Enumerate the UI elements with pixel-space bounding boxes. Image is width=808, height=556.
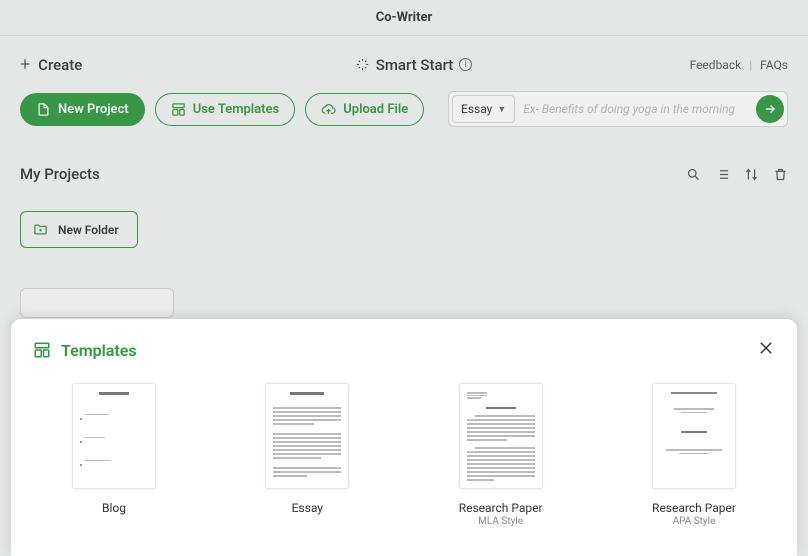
- template-subtitle: APA Style: [673, 516, 716, 527]
- feedback-link[interactable]: Feedback: [690, 58, 742, 72]
- create-buttons: New Project Use Templates Upload File: [20, 93, 424, 126]
- file-icon: [36, 102, 51, 117]
- project-placeholder: [20, 288, 174, 318]
- template-card-essay[interactable]: Essay: [232, 383, 382, 527]
- template-thumb: [652, 383, 736, 489]
- use-templates-label: Use Templates: [193, 102, 280, 117]
- separator: |: [749, 58, 752, 72]
- smart-start-heading: Smart Start i: [355, 56, 690, 74]
- info-icon[interactable]: i: [459, 58, 472, 71]
- template-card-blog[interactable]: Blog: [39, 383, 189, 527]
- template-name: Research Paper: [459, 501, 543, 515]
- delete-button[interactable]: [773, 167, 788, 182]
- sort-button[interactable]: [744, 167, 759, 182]
- modal-title-wrap: Templates: [33, 341, 137, 360]
- search-icon: [686, 167, 701, 182]
- upload-file-button[interactable]: Upload File: [305, 93, 424, 126]
- projects-header: My Projects: [20, 165, 788, 183]
- faqs-link[interactable]: FAQs: [760, 58, 788, 72]
- cloud-upload-icon: [321, 102, 336, 117]
- templates-icon: [171, 102, 186, 117]
- template-thumb: [72, 383, 156, 489]
- sort-icon: [744, 167, 759, 182]
- template-name: Research Paper: [652, 501, 736, 515]
- arrow-right-icon: [763, 102, 777, 116]
- main-content: + Create Smart Start i Feedback | FAQs N…: [0, 36, 808, 318]
- top-bar: Co-Writer: [0, 0, 808, 36]
- template-name: Essay: [292, 501, 323, 515]
- list-icon: [715, 167, 730, 182]
- templates-modal: Templates Blog: [11, 319, 797, 556]
- list-view-button[interactable]: [715, 167, 730, 182]
- app-title: Co-Writer: [376, 10, 433, 25]
- header-links: Feedback | FAQs: [690, 58, 788, 72]
- templates-icon: [33, 341, 51, 359]
- folder-plus-icon: [33, 222, 48, 237]
- projects-toolbar: [686, 167, 788, 182]
- smart-start-type-select[interactable]: Essay ▼: [452, 95, 515, 123]
- type-select-value: Essay: [461, 102, 492, 116]
- chevron-down-icon: ▼: [497, 104, 506, 115]
- modal-header: Templates: [33, 339, 775, 361]
- projects-title: My Projects: [20, 165, 100, 183]
- template-card-research-apa[interactable]: Research Paper APA Style: [619, 383, 769, 527]
- template-name: Blog: [102, 501, 126, 515]
- smart-start-label: Smart Start: [376, 56, 453, 74]
- use-templates-button[interactable]: Use Templates: [155, 93, 296, 126]
- sparkle-icon: [355, 57, 370, 72]
- search-button[interactable]: [686, 167, 701, 182]
- template-card-research-mla[interactable]: Research Paper MLA Style: [426, 383, 576, 527]
- action-row: New Project Use Templates Upload File Es…: [20, 91, 788, 127]
- upload-file-label: Upload File: [343, 102, 408, 117]
- modal-title: Templates: [61, 341, 137, 360]
- template-thumb: [265, 383, 349, 489]
- close-button[interactable]: [757, 339, 775, 361]
- smart-start-go-button[interactable]: [756, 95, 784, 123]
- close-icon: [757, 339, 775, 357]
- new-folder-button[interactable]: New Folder: [20, 211, 138, 248]
- smart-start-bar: Essay ▼: [448, 91, 788, 127]
- smart-start-input[interactable]: [519, 102, 752, 116]
- templates-grid: Blog Essay: [33, 383, 775, 527]
- template-thumb: [459, 383, 543, 489]
- template-subtitle: MLA Style: [478, 516, 523, 527]
- smart-start-input-area: Essay ▼: [438, 91, 788, 127]
- create-label: Create: [38, 56, 82, 74]
- header-row: + Create Smart Start i Feedback | FAQs: [20, 54, 788, 75]
- create-heading: + Create: [20, 54, 355, 75]
- plus-icon: +: [20, 54, 30, 75]
- new-project-button[interactable]: New Project: [20, 93, 145, 126]
- new-folder-label: New Folder: [58, 223, 119, 237]
- new-project-label: New Project: [58, 102, 129, 117]
- trash-icon: [773, 167, 788, 182]
